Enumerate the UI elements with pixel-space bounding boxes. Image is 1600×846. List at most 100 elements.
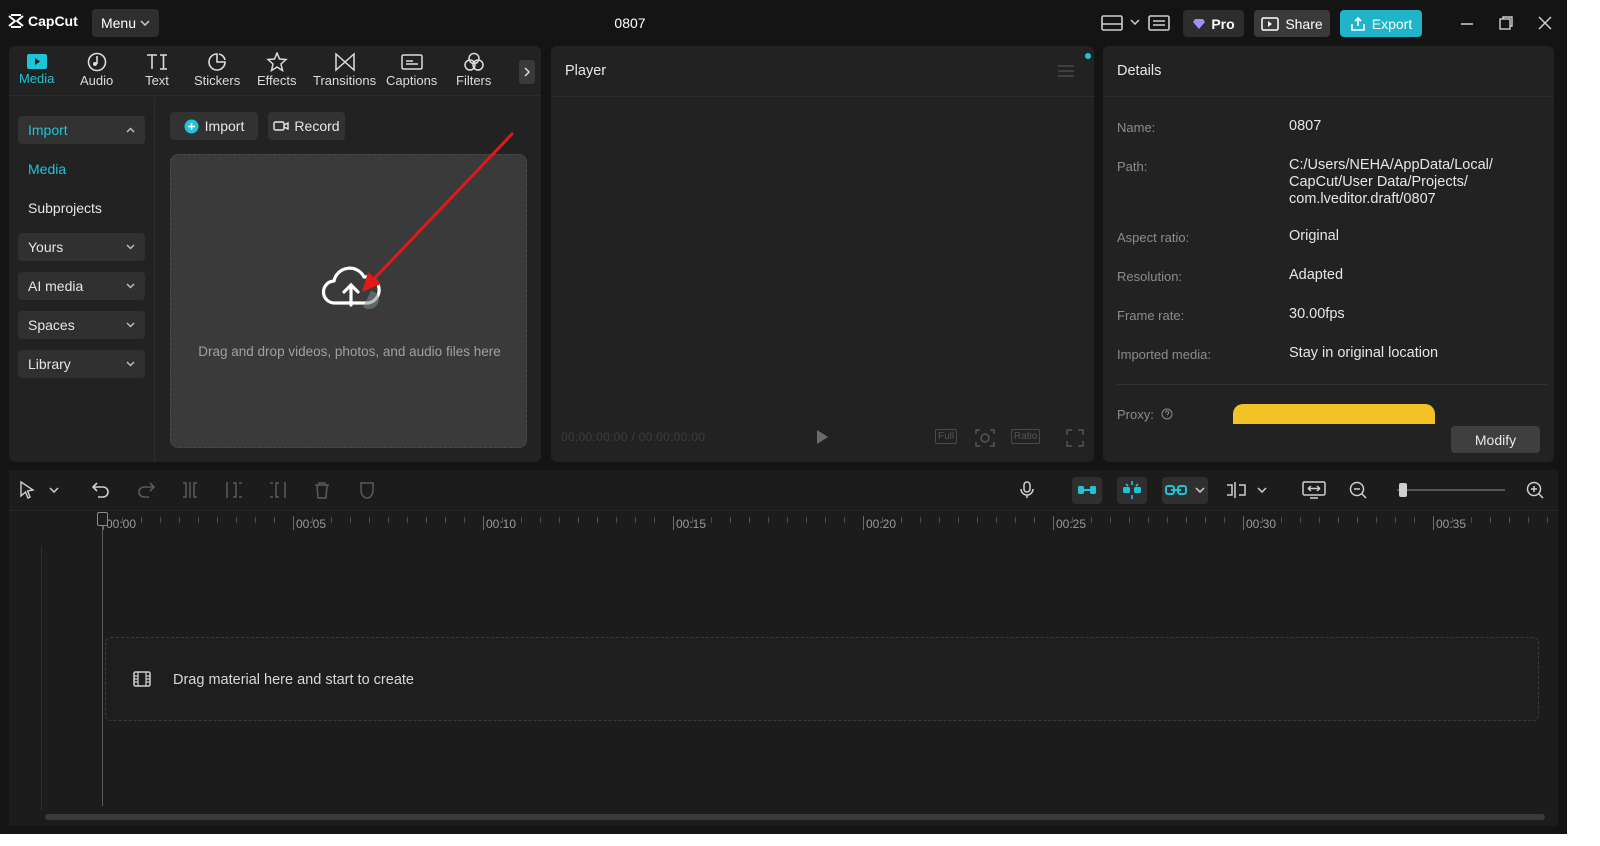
minimize-icon[interactable] (1458, 14, 1476, 32)
export-button[interactable]: Export (1340, 10, 1422, 37)
details-divider (1117, 384, 1547, 385)
ruler-minor-tick (1471, 517, 1472, 523)
delete-right-icon[interactable] (269, 481, 287, 499)
tab-text[interactable]: Text (145, 52, 169, 88)
ruler-minor-tick (540, 517, 541, 523)
ruler-minor-tick (1167, 517, 1168, 523)
chevron-down-icon (126, 322, 135, 328)
sidebar-item-yours[interactable]: Yours (18, 233, 145, 261)
undo-icon[interactable] (92, 481, 110, 499)
cursor-icon[interactable] (19, 481, 35, 499)
tab-media[interactable]: Media (19, 52, 54, 86)
playhead-handle[interactable] (97, 512, 108, 526)
split-icon[interactable] (181, 481, 199, 499)
tab-captions[interactable]: Captions (386, 52, 437, 88)
media-dropzone[interactable]: Drag and drop videos, photos, and audio … (170, 154, 527, 448)
sidebar-item-import[interactable]: Import (18, 116, 145, 144)
preview-axis-icon[interactable] (1225, 481, 1247, 499)
media-icon (26, 54, 47, 69)
ruler-minor-tick (1376, 517, 1377, 523)
menu-button-label: Menu (100, 15, 137, 31)
menu-button[interactable]: Menu (92, 9, 159, 37)
fullscreen-icon[interactable] (1066, 429, 1084, 447)
sidebar-item-import-label: Import (28, 122, 68, 138)
ruler-minor-tick (996, 517, 997, 523)
detail-value: Original (1289, 228, 1339, 244)
ruler-minor-tick (1129, 517, 1130, 523)
ruler-minor-tick (388, 517, 389, 523)
import-button[interactable]: Import (170, 112, 258, 140)
timeline-ruler[interactable]: 00:00 00:05 00:10 00:15 00:20 00:25 00:3… (9, 510, 1558, 534)
linkage-chevron-icon[interactable] (1195, 487, 1205, 493)
modify-button[interactable]: Modify (1451, 426, 1540, 453)
app-logo: CapCut (8, 13, 78, 29)
ruler-minor-tick (749, 517, 750, 523)
ruler-minor-tick (1186, 517, 1187, 523)
details-panel: Details Name: 0807 Path: C:/Users/NEHA/A… (1103, 46, 1554, 462)
microphone-icon[interactable] (1020, 481, 1034, 499)
tab-stickers[interactable]: Stickers (194, 52, 240, 88)
share-button[interactable]: Share (1254, 10, 1330, 37)
detail-label: Proxy: (1117, 407, 1154, 422)
hamburger-menu-icon[interactable] (1058, 65, 1074, 77)
ruler-minor-tick (122, 517, 123, 523)
layout-icon[interactable] (1101, 14, 1123, 32)
sidebar-item-subprojects[interactable]: Subprojects (18, 194, 145, 222)
cursor-chevron-icon[interactable] (49, 487, 59, 493)
close-icon[interactable] (1536, 14, 1554, 32)
sidebar-item-yours-label: Yours (28, 239, 64, 255)
tab-filters[interactable]: Filters (456, 52, 491, 88)
ruler-minor-tick (350, 517, 351, 523)
playhead-line[interactable] (102, 514, 103, 806)
sidebar-item-media[interactable]: Media (18, 155, 145, 183)
title-bar: CapCut Menu 0807 Pro Share Export (0, 0, 1567, 46)
ruler-minor-tick (654, 517, 655, 523)
layout-chevron-icon[interactable] (1130, 19, 1140, 25)
sidebar-item-spaces-label: Spaces (28, 317, 75, 333)
zoom-slider-track[interactable] (1397, 489, 1505, 491)
trash-icon[interactable] (314, 481, 330, 499)
main-track-dropzone[interactable]: Drag material here and start to create (105, 637, 1539, 721)
chevron-right-icon (523, 67, 530, 77)
shortcuts-icon[interactable] (1148, 14, 1170, 32)
zoom-in-icon[interactable] (1526, 481, 1544, 499)
tab-effects[interactable]: Effects (257, 52, 297, 88)
timeline-scrollbar[interactable] (45, 814, 1545, 820)
sidebar-item-library[interactable]: Library (18, 350, 145, 378)
redo-icon[interactable] (137, 481, 155, 499)
screenshot-icon[interactable] (975, 429, 995, 447)
tools-more-button[interactable] (519, 60, 535, 84)
tab-audio[interactable]: Audio (80, 52, 113, 88)
ruler-minor-tick (160, 517, 161, 523)
detail-label: Name: (1117, 120, 1156, 135)
fit-timeline-icon[interactable] (1302, 481, 1326, 499)
proxy-option[interactable] (1233, 404, 1435, 424)
record-button[interactable]: Record (268, 112, 345, 140)
full-toggle[interactable]: Full (935, 429, 958, 444)
ruler-minor-tick (369, 517, 370, 523)
tab-effects-label: Effects (257, 73, 297, 88)
help-icon[interactable] (1161, 408, 1173, 420)
plus-circle-icon (184, 119, 199, 133)
pro-button[interactable]: Pro (1183, 10, 1244, 37)
zoom-slider-handle[interactable] (1399, 483, 1407, 497)
ruler-minor-tick (1205, 517, 1206, 523)
share-button-label: Share (1285, 15, 1323, 32)
delete-left-icon[interactable] (225, 481, 243, 499)
ruler-minor-tick (1110, 517, 1111, 523)
timeline-toolbar (9, 470, 1558, 510)
restore-icon[interactable] (1497, 14, 1515, 32)
chevron-down-icon (126, 244, 135, 250)
ruler-minor-tick (1148, 517, 1149, 523)
ratio-button[interactable]: Ratio (1011, 429, 1041, 444)
zoom-out-icon[interactable] (1349, 481, 1367, 499)
ruler-minor-tick (1262, 517, 1263, 523)
cloud-upload-icon[interactable] (321, 263, 383, 311)
preview-axis-chevron-icon[interactable] (1257, 487, 1267, 493)
tab-transitions[interactable]: Transitions (313, 52, 376, 88)
sidebar-item-spaces[interactable]: Spaces (18, 311, 145, 339)
play-icon[interactable] (815, 429, 829, 445)
sidebar-item-ai-media[interactable]: AI media (18, 272, 145, 300)
shield-icon[interactable] (359, 481, 375, 499)
export-button-label: Export (1371, 15, 1413, 32)
